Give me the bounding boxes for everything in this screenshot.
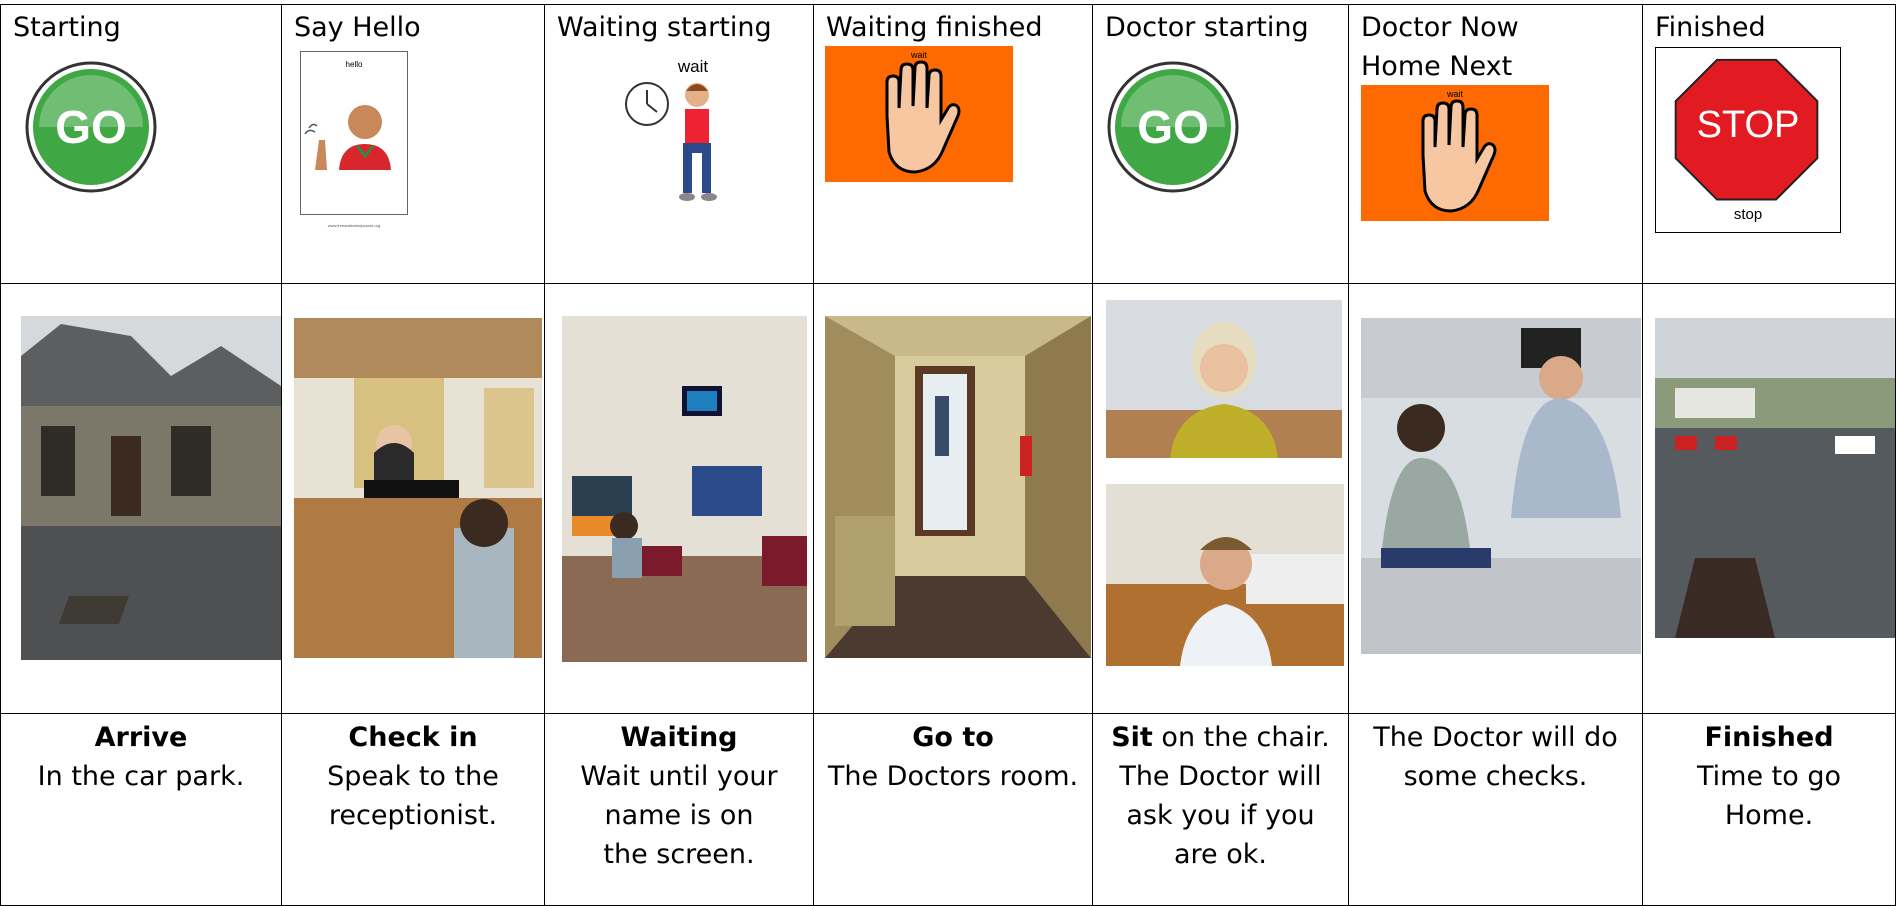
step-text: Time to go Home. (1697, 761, 1842, 831)
step-title: Finished (1704, 722, 1834, 753)
desc-cell-go-to: Go to The Doctors room. (814, 714, 1093, 906)
header-cell-finished: Finished STOP stop (1643, 5, 1896, 284)
step-description: Waiting Wait until your name is on the s… (545, 718, 813, 874)
header-cell-doctor-now-home-next: Doctor Now Home Next wait (1349, 5, 1643, 284)
doctors-photo (1106, 484, 1344, 666)
header-cell-say-hello: Say Hello hello www.freeautismhelpcards.… (282, 5, 545, 284)
hello-card-icon: hello www.freeautismhelpcards.org (300, 51, 408, 228)
go-icon: GO (25, 61, 157, 193)
wait-clock-icon: wait (625, 57, 735, 209)
step-text: The Doctor will do some checks. (1373, 722, 1618, 792)
desc-cell-checks: The Doctor will do some checks. (1349, 714, 1643, 906)
desc-cell-sit: Sit on the chair. The Doctor will ask yo… (1093, 714, 1349, 906)
hello-card-footer: www.freeautismhelpcards.org (327, 223, 381, 228)
column-header: Doctor starting (1105, 12, 1309, 43)
step-text: Wait until your name is on the screen. (580, 761, 778, 870)
wait-hand-icon: wait (825, 46, 1013, 182)
stop-sign-icon: STOP stop (1655, 47, 1841, 233)
desc-cell-finished: Finished Time to go Home. (1643, 714, 1896, 906)
column-header: Say Hello (294, 12, 421, 43)
step-title: Waiting (620, 722, 738, 753)
step-text: The Doctors room. (827, 761, 1079, 792)
header-cell-waiting-finished: Waiting finished wait (814, 5, 1093, 284)
step-title: Sit (1111, 722, 1153, 753)
column-header: Waiting starting (557, 12, 772, 43)
photo-cell-arrive (0, 284, 282, 714)
stop-caption: stop (1733, 206, 1763, 223)
step-description: Sit on the chair. The Doctor will ask yo… (1093, 718, 1348, 874)
column-header: Finished (1655, 12, 1766, 43)
go-text: GO (1137, 101, 1209, 153)
wait-hand-icon: wait (1361, 85, 1549, 221)
step-description: Check in Speak to the receptionist. (282, 718, 544, 835)
step-description: Finished Time to go Home. (1643, 718, 1895, 835)
step-text: In the car park. (37, 761, 245, 792)
column-header: Doctor Now Home Next (1361, 12, 1519, 82)
step-title: Go to (912, 722, 994, 753)
photo-cell-waiting (545, 284, 814, 714)
column-header: Waiting finished (826, 12, 1043, 43)
photo-cell-sit (1093, 284, 1349, 714)
header-cell-waiting-starting: Waiting starting wait (545, 5, 814, 284)
photo-cell-checks (1349, 284, 1643, 714)
step-title: Check in (348, 722, 478, 753)
desc-cell-arrive: Arrive In the car park. (0, 714, 282, 906)
step-text: Speak to the receptionist. (327, 761, 499, 831)
step-description: The Doctor will do some checks. (1349, 718, 1642, 796)
photo-cell-finished (1643, 284, 1896, 714)
step-title: Arrive (94, 722, 188, 753)
step-description: Go to The Doctors room. (814, 718, 1092, 796)
waiting-room-photo (562, 316, 807, 662)
desc-cell-check-in: Check in Speak to the receptionist. (282, 714, 545, 906)
stop-text: STOP (1696, 104, 1800, 146)
exit-car-park-photo (1655, 318, 1895, 638)
corridor-photo (825, 316, 1091, 658)
go-icon: GO (1107, 61, 1239, 193)
go-text: GO (55, 101, 127, 153)
header-cell-starting: Starting GO (0, 5, 282, 284)
car-park-photo (21, 316, 281, 660)
column-header: Starting (13, 12, 121, 43)
visual-schedule-table: Starting GO Say Hello hello www.freeauti… (0, 4, 1896, 906)
checkup-photo (1361, 318, 1641, 654)
doctors-photo (1106, 300, 1342, 458)
header-cell-doctor-starting: Doctor starting GO (1093, 5, 1349, 284)
photo-cell-check-in (282, 284, 545, 714)
reception-photo (294, 318, 542, 658)
step-description: Arrive In the car park. (1, 718, 281, 796)
photo-cell-go-to (814, 284, 1093, 714)
desc-cell-waiting: Waiting Wait until your name is on the s… (545, 714, 814, 906)
